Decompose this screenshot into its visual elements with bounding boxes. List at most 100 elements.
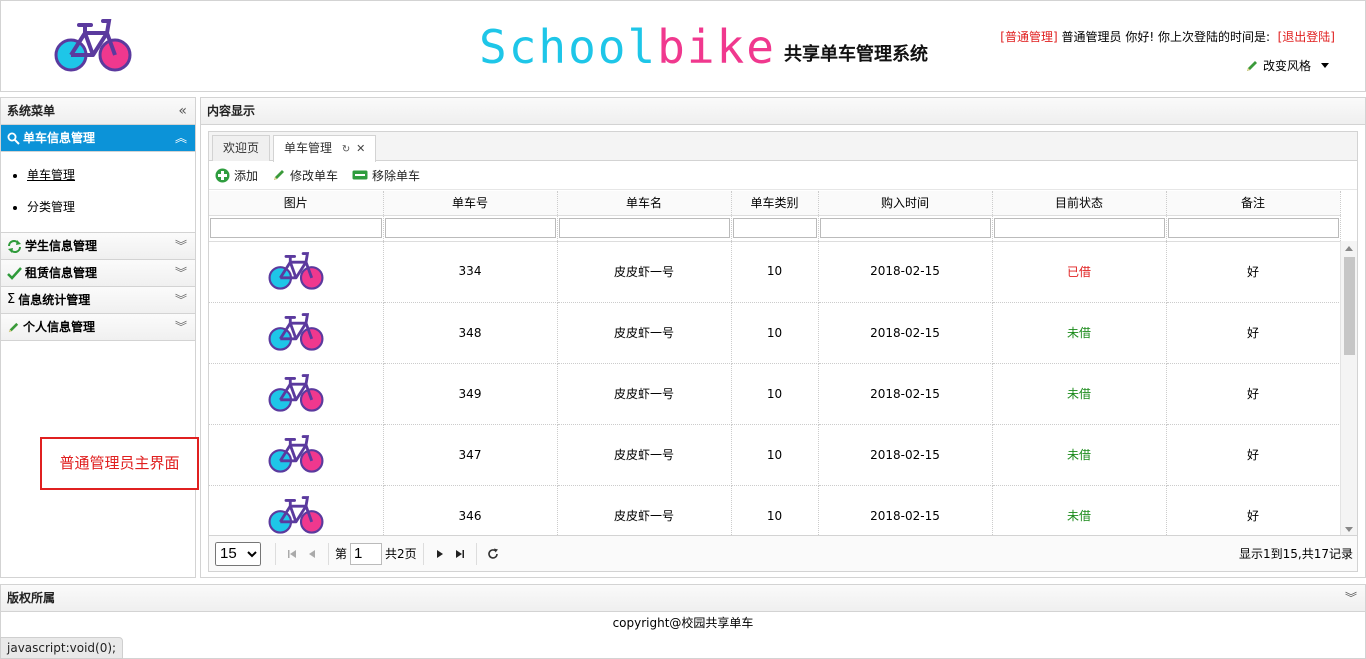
column-header-category[interactable]: 单车类别 bbox=[731, 191, 819, 216]
bike-id-cell: 346 bbox=[383, 485, 558, 537]
bike-name-cell: 皮皮虾一号 bbox=[557, 241, 732, 303]
footer-header: 版权所属 ︾ bbox=[1, 585, 1365, 612]
sidebar-section-label: 租赁信息管理 bbox=[25, 266, 98, 280]
sidebar-item-category-management[interactable]: 分类管理 bbox=[27, 198, 195, 215]
chevron-down-icon[interactable]: ︾ bbox=[175, 233, 187, 259]
change-style-menu[interactable]: 改变风格 bbox=[1245, 57, 1329, 74]
category-cell: 10 bbox=[731, 302, 819, 364]
sidebar-section-personal-info[interactable]: 个人信息管理 ︾ bbox=[1, 314, 195, 341]
role-badge: [普通管理] bbox=[1000, 30, 1058, 44]
sigma-icon: Σ bbox=[7, 292, 16, 307]
remark-cell: 好 bbox=[1166, 363, 1340, 425]
prev-page-button[interactable] bbox=[302, 544, 322, 564]
close-icon[interactable]: ✕ bbox=[356, 142, 365, 155]
status-cell: 未借 bbox=[992, 485, 1167, 537]
refresh-button[interactable] bbox=[483, 544, 503, 564]
bicycle-icon bbox=[266, 313, 326, 355]
remove-label: 移除单车 bbox=[372, 168, 421, 183]
page-size-select[interactable]: 15 bbox=[215, 541, 261, 566]
pager-separator bbox=[328, 542, 329, 565]
collapse-left-icon[interactable]: « bbox=[178, 98, 187, 124]
bicycle-icon bbox=[266, 435, 326, 477]
content-header: 内容显示 bbox=[201, 98, 1365, 125]
bike-image-cell bbox=[209, 302, 384, 364]
bike-id-cell: 349 bbox=[383, 363, 558, 425]
filter-status-input[interactable] bbox=[993, 218, 1165, 238]
status-cell: 已借 bbox=[992, 241, 1167, 303]
column-header-remark[interactable]: 备注 bbox=[1166, 191, 1341, 216]
table-row[interactable]: 347 皮皮虾一号 10 2018-02-15 未借好 bbox=[209, 424, 1340, 486]
sidebar-section-statistics[interactable]: Σ 信息统计管理 ︾ bbox=[1, 287, 195, 314]
grid-rows: 334 皮皮虾一号 10 2018-02-15 已借好 348 皮皮虾一号 10 2018-02… bbox=[209, 241, 1340, 537]
footer: 版权所属 ︾ copyright@校园共享单车 bbox=[0, 584, 1366, 659]
chevron-down-icon[interactable]: ︾ bbox=[175, 260, 187, 286]
add-bike-button[interactable]: 添加 bbox=[215, 167, 258, 184]
filter-bike-name-input[interactable] bbox=[558, 218, 730, 238]
tab-bike-management[interactable]: 单车管理 ↻ ✕ bbox=[273, 135, 377, 162]
scroll-up-icon[interactable] bbox=[1345, 246, 1353, 251]
scroll-down-icon[interactable] bbox=[1345, 527, 1353, 532]
first-page-button[interactable] bbox=[282, 544, 302, 564]
grid-header: 图片 单车号 单车名 单车类别 购入时间 目前状态 备注 bbox=[209, 191, 1341, 242]
category-cell: 10 bbox=[731, 241, 819, 303]
sidebar-section-student-info[interactable]: 学生信息管理 ︾ bbox=[1, 233, 195, 260]
scrollbar-thumb[interactable] bbox=[1344, 257, 1355, 355]
purchase-date-cell: 2018-02-15 bbox=[818, 363, 993, 425]
logout-link[interactable]: [退出登陆] bbox=[1278, 30, 1335, 44]
sidebar-section-bike-info[interactable]: 单车信息管理 ︽ bbox=[1, 125, 195, 152]
tab-welcome[interactable]: 欢迎页 bbox=[212, 135, 271, 161]
grid-toolbar: 添加 修改单车 移除单车 bbox=[209, 161, 1357, 190]
filter-purchase-date-input[interactable] bbox=[819, 218, 991, 238]
copyright-text: copyright@校园共享单车 bbox=[612, 616, 754, 630]
column-header-bike-id[interactable]: 单车号 bbox=[383, 191, 558, 216]
edit-bike-button[interactable]: 修改单车 bbox=[272, 167, 338, 184]
sidebar: 系统菜单 « 单车信息管理 ︽ 单车管理 分类管理 学生信息管理 ︾ 租赁信息管… bbox=[0, 97, 196, 578]
table-row[interactable]: 346 皮皮虾一号 10 2018-02-15 未借好 bbox=[209, 485, 1340, 537]
last-page-button[interactable] bbox=[450, 544, 470, 564]
bicycle-logo-icon bbox=[54, 19, 132, 72]
tab-label: 单车管理 bbox=[284, 141, 333, 155]
table-row[interactable]: 349 皮皮虾一号 10 2018-02-15 未借好 bbox=[209, 363, 1340, 425]
bicycle-icon bbox=[266, 374, 326, 416]
remark-cell: 好 bbox=[1166, 241, 1340, 303]
bike-image-cell bbox=[209, 485, 384, 537]
brand-title: School bike 共享单车管理系统 bbox=[479, 19, 928, 75]
remark-cell: 好 bbox=[1166, 424, 1340, 486]
grid-vertical-scrollbar[interactable] bbox=[1340, 241, 1357, 537]
next-page-button[interactable] bbox=[430, 544, 450, 564]
column-header-status[interactable]: 目前状态 bbox=[992, 191, 1167, 216]
chevron-down-icon[interactable]: ︾ bbox=[175, 314, 187, 340]
bike-id-cell: 347 bbox=[383, 424, 558, 486]
reload-icon[interactable]: ↻ bbox=[342, 144, 350, 155]
bike-id-cell: 334 bbox=[383, 241, 558, 303]
remove-bike-button[interactable]: 移除单车 bbox=[352, 167, 420, 184]
next-page-icon bbox=[436, 549, 443, 558]
brand-bike: bike bbox=[657, 20, 776, 74]
browser-status-bar: javascript:void(0); bbox=[0, 637, 124, 659]
purchase-date-cell: 2018-02-15 bbox=[818, 485, 993, 537]
column-header-bike-name[interactable]: 单车名 bbox=[557, 191, 732, 216]
chevron-down-icon[interactable]: ︾ bbox=[175, 287, 187, 313]
column-header-purchase-date[interactable]: 购入时间 bbox=[818, 191, 993, 216]
filter-image-input[interactable] bbox=[210, 218, 382, 238]
pencil-icon bbox=[8, 322, 19, 332]
sidebar-section-rental-info[interactable]: 租赁信息管理 ︾ bbox=[1, 260, 195, 287]
table-row[interactable]: 348 皮皮虾一号 10 2018-02-15 未借好 bbox=[209, 302, 1340, 364]
filter-bike-id-input[interactable] bbox=[384, 218, 556, 238]
pencil-icon bbox=[274, 170, 285, 180]
checkmark-icon bbox=[7, 266, 22, 280]
page-number-input[interactable] bbox=[350, 542, 383, 565]
chevron-up-icon[interactable]: ︽ bbox=[175, 125, 187, 151]
filter-category-input[interactable] bbox=[732, 218, 817, 238]
bicycle-icon bbox=[266, 251, 326, 294]
table-row[interactable]: 334 皮皮虾一号 10 2018-02-15 已借好 bbox=[209, 241, 1340, 303]
bike-name-cell: 皮皮虾一号 bbox=[557, 302, 732, 364]
bike-name-cell: 皮皮虾一号 bbox=[557, 363, 732, 425]
filter-remark-input[interactable] bbox=[1167, 218, 1339, 238]
sidebar-item-bike-management[interactable]: 单车管理 bbox=[27, 166, 195, 183]
chevron-down-icon[interactable]: ︾ bbox=[1345, 585, 1357, 611]
header: School bike 共享单车管理系统 [普通管理] 普通管理员 你好! 你上… bbox=[0, 0, 1366, 92]
page-info-text: 显示1到15,共17记录 bbox=[1239, 547, 1353, 561]
annotation-note: 普通管理员主界面 bbox=[40, 437, 199, 490]
column-header-image[interactable]: 图片 bbox=[209, 191, 384, 216]
